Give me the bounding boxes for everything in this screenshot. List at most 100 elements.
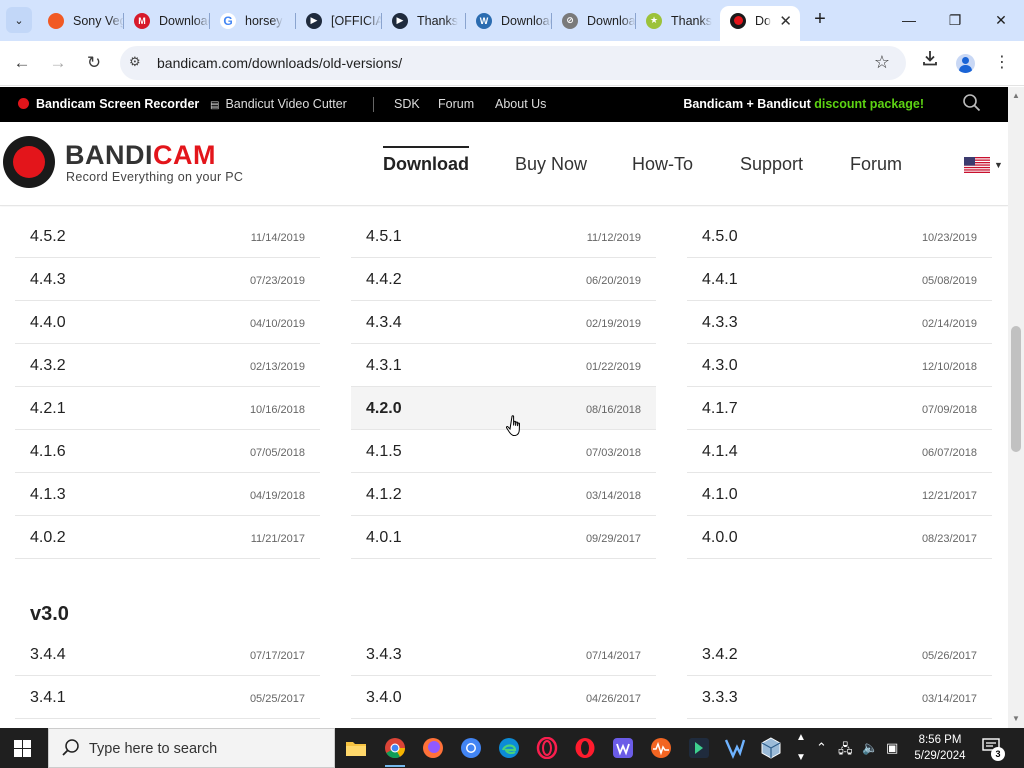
downloads-icon[interactable] — [916, 49, 944, 77]
taskbar-file-explorer-icon[interactable] — [342, 734, 370, 762]
taskbar-virtualbox-icon[interactable] — [757, 734, 785, 762]
windows-start-icon[interactable] — [14, 740, 31, 757]
version-row[interactable]: 4.5.1 11/12/2019 — [351, 215, 656, 258]
version-row[interactable]: 4.1.7 07/09/2018 — [687, 387, 992, 430]
nav-forum[interactable]: Forum — [850, 154, 902, 175]
version-link[interactable]: 4.1.0 — [702, 486, 738, 504]
version-row[interactable]: 4.3.1 01/22/2019 — [351, 344, 656, 387]
browser-tab[interactable]: Sony Vegas — [38, 6, 124, 35]
version-link[interactable]: 4.3.2 — [30, 357, 66, 375]
version-row[interactable]: 4.4.1 05/08/2019 — [687, 258, 992, 301]
discount-promo-link[interactable]: Bandicam + Bandicut discount package! — [683, 97, 924, 111]
tab-search-chevron-icon[interactable]: ⌄ — [6, 7, 32, 33]
version-row[interactable]: 4.3.2 02/13/2019 — [15, 344, 320, 387]
bandicam-logo-text[interactable]: BANDICAM — [65, 142, 216, 169]
version-link[interactable]: 4.1.6 — [30, 443, 66, 461]
browser-tab[interactable]: M Download — [124, 6, 210, 35]
version-row[interactable]: 4.0.1 09/29/2017 — [351, 516, 656, 559]
version-row[interactable]: 4.4.0 04/10/2019 — [15, 301, 320, 344]
version-link[interactable]: 4.4.1 — [702, 271, 738, 289]
version-row[interactable]: 3.4.2 05/26/2017 — [687, 633, 992, 676]
version-row[interactable]: 4.0.2 11/21/2017 — [15, 516, 320, 559]
taskbar-audio-app-icon[interactable] — [647, 734, 675, 762]
meet-now-icon[interactable]: ▣ — [886, 740, 898, 756]
version-link[interactable]: 4.3.4 — [366, 314, 402, 332]
version-row[interactable]: 4.1.4 06/07/2018 — [687, 430, 992, 473]
taskbar-edge-icon[interactable] — [495, 734, 523, 762]
profile-avatar-icon[interactable] — [956, 54, 975, 73]
version-row[interactable]: 4.1.0 12/21/2017 — [687, 473, 992, 516]
version-link[interactable]: 4.3.1 — [366, 357, 402, 375]
site-settings-icon[interactable]: ⚙ — [129, 54, 141, 70]
version-row[interactable]: 4.0.0 08/23/2017 — [687, 516, 992, 559]
bandicam-logo-icon[interactable] — [3, 136, 55, 188]
nav-buy-now[interactable]: Buy Now — [515, 154, 587, 175]
bookmark-star-icon[interactable]: ☆ — [874, 52, 890, 73]
version-link[interactable]: 4.1.7 — [702, 400, 738, 418]
version-row[interactable]: 4.3.3 02/14/2019 — [687, 301, 992, 344]
site-search-icon[interactable] — [962, 93, 982, 113]
forward-arrow-icon[interactable]: → — [44, 49, 72, 77]
close-window-button[interactable]: ✕ — [978, 6, 1024, 34]
version-row[interactable]: 3.4.3 07/14/2017 — [351, 633, 656, 676]
bandicut-link[interactable]: ▤ Bandicut Video Cutter — [210, 97, 347, 111]
version-link[interactable]: 4.3.3 — [702, 314, 738, 332]
browser-tab[interactable]: ⊘ Download — [552, 6, 636, 35]
version-row[interactable]: 4.5.0 10/23/2019 — [687, 215, 992, 258]
taskbar-opera-icon[interactable] — [571, 734, 599, 762]
version-link[interactable]: 3.4.3 — [366, 646, 402, 664]
version-link[interactable]: 4.5.1 — [366, 228, 402, 246]
version-row[interactable]: 3.4.1 05/25/2017 — [15, 676, 320, 719]
version-row[interactable]: 4.1.2 03/14/2018 — [351, 473, 656, 516]
version-link[interactable]: 4.2.1 — [30, 400, 66, 418]
scroll-taskbar-up-icon[interactable]: ▲ — [796, 732, 806, 743]
version-row[interactable]: 4.2.0 08/16/2018 — [351, 387, 656, 430]
version-link[interactable]: 4.0.1 — [366, 529, 402, 547]
version-row[interactable]: 4.1.3 04/19/2018 — [15, 473, 320, 516]
maximize-button[interactable]: ❐ — [932, 6, 978, 34]
nav-how-to[interactable]: How-To — [632, 154, 693, 175]
version-row[interactable]: 4.5.2 11/14/2019 — [15, 215, 320, 258]
version-row[interactable]: 4.3.0 12/10/2018 — [687, 344, 992, 387]
browser-tab[interactable]: ★ Thanks — [636, 6, 720, 35]
new-tab-button[interactable]: + — [808, 8, 832, 32]
version-link[interactable]: 3.4.4 — [30, 646, 66, 664]
version-row[interactable]: 4.3.4 02/19/2019 — [351, 301, 656, 344]
browser-tab[interactable]: ▶ Thanks — [382, 6, 466, 35]
version-row[interactable]: 3.4.0 04/26/2017 — [351, 676, 656, 719]
taskbar-chrome-icon[interactable] — [381, 734, 409, 767]
top-forum-link[interactable]: Forum — [438, 97, 474, 111]
version-link[interactable]: 4.5.2 — [30, 228, 66, 246]
version-link[interactable]: 3.4.2 — [702, 646, 738, 664]
version-link[interactable]: 4.2.0 — [366, 400, 402, 418]
minimize-button[interactable]: — — [886, 6, 932, 34]
taskbar-opera-gx-icon[interactable] — [533, 734, 561, 762]
taskbar-chrome-alt-icon[interactable] — [457, 734, 485, 762]
about-link[interactable]: About Us — [495, 97, 546, 111]
show-hidden-icons-icon[interactable]: ⌃ — [816, 740, 827, 756]
browser-menu-icon[interactable]: ⋮ — [988, 49, 1016, 77]
version-link[interactable]: 4.4.0 — [30, 314, 66, 332]
system-clock[interactable]: 8:56 PM 5/29/2024 — [910, 732, 970, 764]
back-arrow-icon[interactable]: ← — [8, 49, 36, 77]
nav-support[interactable]: Support — [740, 154, 803, 175]
page-scrollbar[interactable]: ▲ ▼ — [1008, 87, 1024, 728]
network-icon[interactable]: 🖧 — [838, 740, 853, 762]
scrollbar-thumb[interactable] — [1011, 326, 1021, 452]
version-link[interactable]: 4.4.2 — [366, 271, 402, 289]
version-link[interactable]: 3.3.3 — [702, 689, 738, 707]
browser-tab[interactable]: Do ✕ — [720, 6, 800, 41]
language-caret-icon[interactable]: ▼ — [994, 160, 1003, 170]
sdk-link[interactable]: SDK — [394, 97, 420, 111]
browser-tab[interactable]: W Download — [466, 6, 552, 35]
version-row[interactable]: 3.3.3 03/14/2017 — [687, 676, 992, 719]
us-flag-icon[interactable] — [964, 157, 990, 173]
scroll-up-arrow-icon[interactable]: ▲ — [1012, 91, 1020, 100]
version-row[interactable]: 4.4.3 07/23/2019 — [15, 258, 320, 301]
version-link[interactable]: 4.1.3 — [30, 486, 66, 504]
reload-icon[interactable]: ↻ — [80, 49, 108, 77]
version-link[interactable]: 4.1.4 — [702, 443, 738, 461]
browser-tab[interactable]: Ghorsey — [210, 6, 296, 35]
browser-tab[interactable]: ▶ [OFFICIAL] — [296, 6, 382, 35]
nav-download[interactable]: Download — [383, 154, 469, 175]
